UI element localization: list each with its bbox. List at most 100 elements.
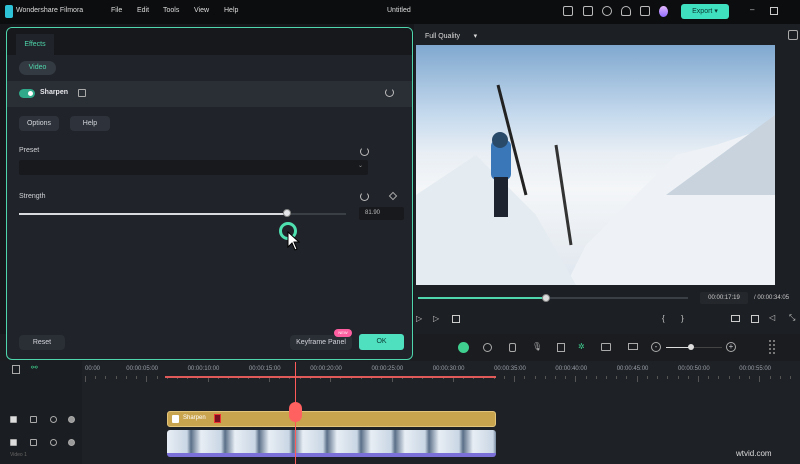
quality-select[interactable]: Full Quality ▾ [425, 32, 477, 40]
link-icon[interactable]: ⚯ [31, 363, 38, 372]
ruler-tick [85, 376, 86, 382]
current-time: 00:00:17:19 [700, 292, 748, 304]
home-icon[interactable] [602, 6, 612, 16]
strength-label: Strength [19, 193, 46, 200]
microphone-icon[interactable]: 🎙 [532, 342, 542, 351]
zoom-slider-track[interactable] [694, 347, 722, 348]
notification-icon[interactable] [621, 6, 631, 16]
new-badge: NEW [334, 329, 352, 337]
minimize-icon[interactable]: – [750, 5, 754, 14]
effect-checkbox-icon[interactable] [78, 89, 86, 97]
playback-track[interactable] [546, 297, 688, 299]
tab-effects[interactable]: Effects [16, 34, 54, 55]
menu-file[interactable]: File [111, 7, 122, 14]
keyframe-panel-button[interactable]: Keyframe Panel [290, 335, 352, 350]
avatar[interactable] [659, 6, 668, 17]
video-track-audio-icon[interactable] [50, 439, 57, 446]
preset-label: Preset [19, 147, 40, 154]
ruler-tick [789, 376, 791, 379]
ruler-tick [677, 376, 679, 379]
ruler-label: 00:00:40:00 [555, 366, 588, 372]
filmora-logo-icon [5, 5, 13, 18]
strength-value-input[interactable]: 81.90 [359, 207, 404, 220]
zoom-in-icon[interactable]: + [726, 342, 736, 352]
monitor-icon[interactable] [563, 6, 573, 16]
ruler-label: 00:00:35:00 [494, 366, 526, 372]
grid-handle-icon[interactable] [769, 340, 775, 354]
ruler-tick [534, 376, 536, 379]
preset-select[interactable]: ⌄ [19, 160, 368, 175]
ruler-tick [115, 376, 117, 379]
scope-icon[interactable] [788, 30, 798, 40]
panel-tabbar [7, 28, 412, 55]
ruler-tick [779, 376, 781, 379]
menu-view[interactable]: View [194, 7, 209, 14]
preset-reset-icon[interactable] [360, 147, 369, 156]
help-button[interactable]: Help [70, 116, 110, 131]
ai-robot-icon[interactable]: ✲ [578, 342, 585, 351]
menu-tools[interactable]: Tools [163, 7, 179, 14]
playhead-handle[interactable] [542, 294, 550, 302]
quality-label: Full Quality [425, 33, 461, 40]
menu-edit[interactable]: Edit [137, 7, 149, 14]
maximize-icon[interactable] [770, 7, 778, 15]
ruler-tick [667, 376, 669, 379]
split-playhead-handle[interactable] [289, 402, 302, 422]
track-audio-icon[interactable] [50, 416, 57, 423]
ruler-tick [687, 376, 689, 379]
effect-reset-icon[interactable] [385, 88, 394, 97]
effects-panel: Effects Video Sharpen Options Help Prese… [6, 27, 413, 360]
snapshot-icon[interactable] [751, 315, 759, 323]
ruler-tick [514, 376, 516, 382]
ruler-tick [595, 376, 597, 379]
menu-help[interactable]: Help [224, 7, 238, 14]
strength-reset-icon[interactable] [360, 192, 369, 201]
screen-record-icon[interactable] [601, 343, 611, 351]
keyframe-diamond-icon[interactable] [388, 191, 398, 201]
ruler-label: 00:00:15:00 [248, 366, 281, 372]
prev-frame-icon[interactable]: ▷ [416, 314, 422, 323]
track-visibility-icon[interactable] [68, 416, 75, 423]
ruler-tick [636, 376, 638, 382]
file-icon[interactable] [583, 6, 593, 16]
zoom-out-icon[interactable]: - [651, 342, 661, 352]
export-button[interactable]: Export ▾ [681, 4, 729, 19]
ruler-label: 00:00:45:00 [616, 366, 649, 372]
ok-button[interactable]: OK [359, 334, 404, 350]
watermark: wtvid.com [736, 449, 772, 458]
volume-icon[interactable]: ◁ [769, 313, 775, 322]
video-track-folder-icon[interactable] [30, 439, 37, 446]
mark-out-icon[interactable]: } [681, 314, 684, 323]
video-track-visibility-icon[interactable] [68, 439, 75, 446]
ruler-tick [646, 376, 648, 379]
zoom-slider-fill[interactable] [666, 347, 690, 348]
ruler-label: 00:00:10:00 [187, 366, 220, 372]
ruler-tick [769, 376, 771, 379]
shield-icon[interactable] [509, 343, 516, 352]
subtitle-icon[interactable] [628, 343, 638, 350]
options-button[interactable]: Options [19, 116, 59, 131]
tab-video[interactable]: Video [19, 61, 56, 75]
video-clip[interactable] [167, 430, 496, 457]
export-label: Export [692, 8, 713, 15]
effect-clip[interactable]: Sharpen [167, 411, 496, 427]
ruler-tick [565, 376, 567, 379]
playback-progress[interactable] [418, 297, 546, 299]
ruler-tick [125, 376, 127, 379]
strength-slider-fill[interactable] [19, 213, 288, 215]
strength-slider-handle[interactable] [283, 209, 292, 217]
sticker-icon[interactable] [557, 343, 565, 352]
reset-button[interactable]: Reset [19, 335, 65, 350]
track-folder-icon[interactable] [30, 416, 37, 423]
add-track-icon[interactable] [12, 365, 20, 374]
effect-toggle[interactable] [19, 89, 35, 98]
display-icon[interactable] [731, 315, 740, 322]
fullscreen-icon[interactable]: ⤡ [789, 313, 795, 323]
mark-in-icon[interactable]: { [662, 314, 665, 323]
play-icon[interactable]: ▷ [433, 314, 439, 323]
apps-icon[interactable] [640, 6, 650, 16]
stop-icon[interactable] [452, 315, 460, 323]
ruler-tick [105, 376, 107, 379]
record-icon[interactable] [483, 343, 492, 352]
ai-icon[interactable] [458, 342, 469, 353]
